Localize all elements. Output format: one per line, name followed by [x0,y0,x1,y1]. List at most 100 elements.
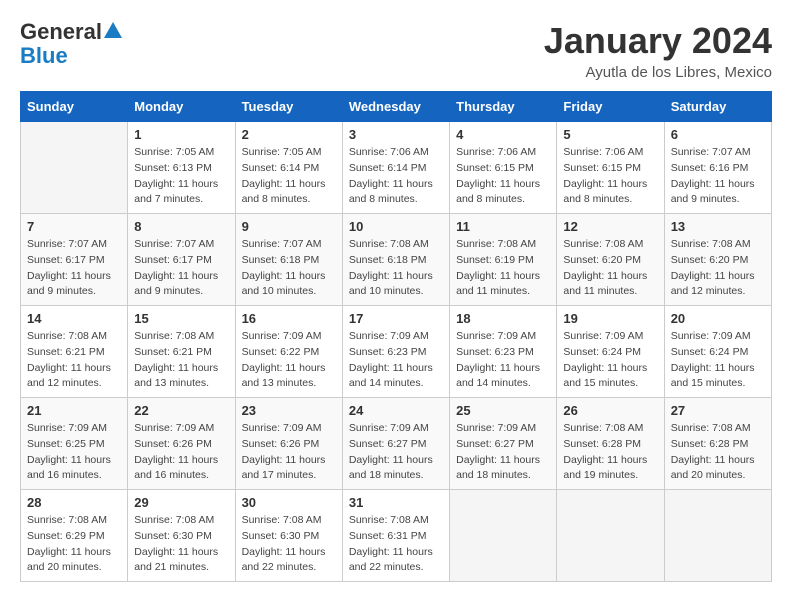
day-info: Sunrise: 7:09 AMSunset: 6:23 PMDaylight:… [349,329,443,392]
location: Ayutla de los Libres, Mexico [544,64,772,81]
calendar-cell: 6 Sunrise: 7:07 AMSunset: 6:16 PMDaylight… [664,122,771,214]
day-info: Sunrise: 7:08 AMSunset: 6:31 PMDaylight:… [349,513,443,576]
day-number: 23 [242,403,336,418]
calendar-table: SundayMondayTuesdayWednesdayThursdayFrid… [20,91,772,582]
day-info: Sunrise: 7:06 AMSunset: 6:15 PMDaylight:… [563,145,657,208]
calendar-cell: 15 Sunrise: 7:08 AMSunset: 6:21 PMDayligh… [128,306,235,398]
day-info: Sunrise: 7:08 AMSunset: 6:29 PMDaylight:… [27,513,121,576]
calendar-week-1: 1 Sunrise: 7:05 AMSunset: 6:13 PMDaylight… [21,122,772,214]
day-info: Sunrise: 7:08 AMSunset: 6:19 PMDaylight:… [456,237,550,300]
day-info: Sunrise: 7:07 AMSunset: 6:17 PMDaylight:… [27,237,121,300]
day-info: Sunrise: 7:07 AMSunset: 6:18 PMDaylight:… [242,237,336,300]
day-number: 12 [563,219,657,234]
day-number: 24 [349,403,443,418]
day-number: 31 [349,495,443,510]
calendar-cell: 22 Sunrise: 7:09 AMSunset: 6:26 PMDayligh… [128,398,235,490]
day-header-monday: Monday [128,92,235,122]
calendar-header-row: SundayMondayTuesdayWednesdayThursdayFrid… [21,92,772,122]
day-header-friday: Friday [557,92,664,122]
calendar-week-3: 14 Sunrise: 7:08 AMSunset: 6:21 PMDayligh… [21,306,772,398]
day-number: 19 [563,311,657,326]
day-number: 25 [456,403,550,418]
day-info: Sunrise: 7:09 AMSunset: 6:27 PMDaylight:… [456,421,550,484]
day-number: 4 [456,127,550,142]
day-header-thursday: Thursday [450,92,557,122]
month-title: January 2024 [544,20,772,62]
day-number: 6 [671,127,765,142]
day-info: Sunrise: 7:08 AMSunset: 6:18 PMDaylight:… [349,237,443,300]
day-number: 21 [27,403,121,418]
calendar-cell: 21 Sunrise: 7:09 AMSunset: 6:25 PMDayligh… [21,398,128,490]
calendar-cell: 26 Sunrise: 7:08 AMSunset: 6:28 PMDayligh… [557,398,664,490]
calendar-cell: 13 Sunrise: 7:08 AMSunset: 6:20 PMDayligh… [664,214,771,306]
day-number: 22 [134,403,228,418]
day-info: Sunrise: 7:08 AMSunset: 6:21 PMDaylight:… [27,329,121,392]
day-info: Sunrise: 7:08 AMSunset: 6:30 PMDaylight:… [134,513,228,576]
day-number: 16 [242,311,336,326]
day-info: Sunrise: 7:06 AMSunset: 6:15 PMDaylight:… [456,145,550,208]
calendar-cell [557,490,664,582]
day-header-saturday: Saturday [664,92,771,122]
day-info: Sunrise: 7:07 AMSunset: 6:16 PMDaylight:… [671,145,765,208]
day-number: 11 [456,219,550,234]
day-number: 2 [242,127,336,142]
day-info: Sunrise: 7:08 AMSunset: 6:20 PMDaylight:… [671,237,765,300]
calendar-cell: 16Sunrise: 7:09 AMSunset: 6:22 PMDayligh… [235,306,342,398]
calendar-cell: 2Sunrise: 7:05 AMSunset: 6:14 PMDaylight… [235,122,342,214]
day-info: Sunrise: 7:05 AMSunset: 6:13 PMDaylight:… [134,145,228,208]
calendar-cell: 11 Sunrise: 7:08 AMSunset: 6:19 PMDayligh… [450,214,557,306]
day-number: 29 [134,495,228,510]
day-number: 26 [563,403,657,418]
day-info: Sunrise: 7:08 AMSunset: 6:20 PMDaylight:… [563,237,657,300]
day-info: Sunrise: 7:08 AMSunset: 6:21 PMDaylight:… [134,329,228,392]
calendar-cell: 7 Sunrise: 7:07 AMSunset: 6:17 PMDaylight… [21,214,128,306]
day-number: 9 [242,219,336,234]
title-section: January 2024 Ayutla de los Libres, Mexic… [544,20,772,81]
day-number: 15 [134,311,228,326]
day-info: Sunrise: 7:09 AMSunset: 6:23 PMDaylight:… [456,329,550,392]
logo-icon [104,21,122,39]
day-number: 18 [456,311,550,326]
day-info: Sunrise: 7:09 AMSunset: 6:26 PMDaylight:… [134,421,228,484]
day-info: Sunrise: 7:08 AMSunset: 6:28 PMDaylight:… [671,421,765,484]
calendar-cell: 9 Sunrise: 7:07 AMSunset: 6:18 PMDaylight… [235,214,342,306]
day-info: Sunrise: 7:09 AMSunset: 6:27 PMDaylight:… [349,421,443,484]
day-number: 17 [349,311,443,326]
calendar-cell: 18 Sunrise: 7:09 AMSunset: 6:23 PMDayligh… [450,306,557,398]
day-number: 7 [27,219,121,234]
calendar-cell: 14 Sunrise: 7:08 AMSunset: 6:21 PMDayligh… [21,306,128,398]
day-number: 30 [242,495,336,510]
calendar-cell [21,122,128,214]
calendar-cell: 3 Sunrise: 7:06 AMSunset: 6:14 PMDaylight… [342,122,449,214]
day-info: Sunrise: 7:07 AMSunset: 6:17 PMDaylight:… [134,237,228,300]
calendar-cell [450,490,557,582]
day-number: 8 [134,219,228,234]
day-info: Sunrise: 7:09 AMSunset: 6:26 PMDaylight:… [242,421,336,484]
calendar-cell: 29 Sunrise: 7:08 AMSunset: 6:30 PMDayligh… [128,490,235,582]
logo-general: General [20,20,102,44]
day-number: 10 [349,219,443,234]
day-number: 27 [671,403,765,418]
calendar-week-5: 28 Sunrise: 7:08 AMSunset: 6:29 PMDayligh… [21,490,772,582]
calendar-body: 1 Sunrise: 7:05 AMSunset: 6:13 PMDaylight… [21,122,772,582]
day-number: 1 [134,127,228,142]
day-info: Sunrise: 7:09 AMSunset: 6:25 PMDaylight:… [27,421,121,484]
day-info: Sunrise: 7:09 AMSunset: 6:24 PMDaylight:… [563,329,657,392]
calendar-cell: 31 Sunrise: 7:08 AMSunset: 6:31 PMDayligh… [342,490,449,582]
calendar-cell: 23 Sunrise: 7:09 AMSunset: 6:26 PMDayligh… [235,398,342,490]
day-number: 14 [27,311,121,326]
day-header-sunday: Sunday [21,92,128,122]
page-header: General Blue January 2024 Ayutla de los … [20,20,772,81]
day-number: 28 [27,495,121,510]
calendar-cell: 20Sunrise: 7:09 AMSunset: 6:24 PMDayligh… [664,306,771,398]
calendar-cell: 1 Sunrise: 7:05 AMSunset: 6:13 PMDaylight… [128,122,235,214]
day-info: Sunrise: 7:08 AMSunset: 6:28 PMDaylight:… [563,421,657,484]
day-info: Sunrise: 7:09 AMSunset: 6:24 PMDaylight:… [671,329,765,392]
calendar-cell: 10 Sunrise: 7:08 AMSunset: 6:18 PMDayligh… [342,214,449,306]
logo: General Blue [20,20,122,68]
day-number: 13 [671,219,765,234]
day-number: 3 [349,127,443,142]
day-info: Sunrise: 7:06 AMSunset: 6:14 PMDaylight:… [349,145,443,208]
calendar-cell: 8 Sunrise: 7:07 AMSunset: 6:17 PMDaylight… [128,214,235,306]
day-info: Sunrise: 7:08 AMSunset: 6:30 PMDaylight:… [242,513,336,576]
